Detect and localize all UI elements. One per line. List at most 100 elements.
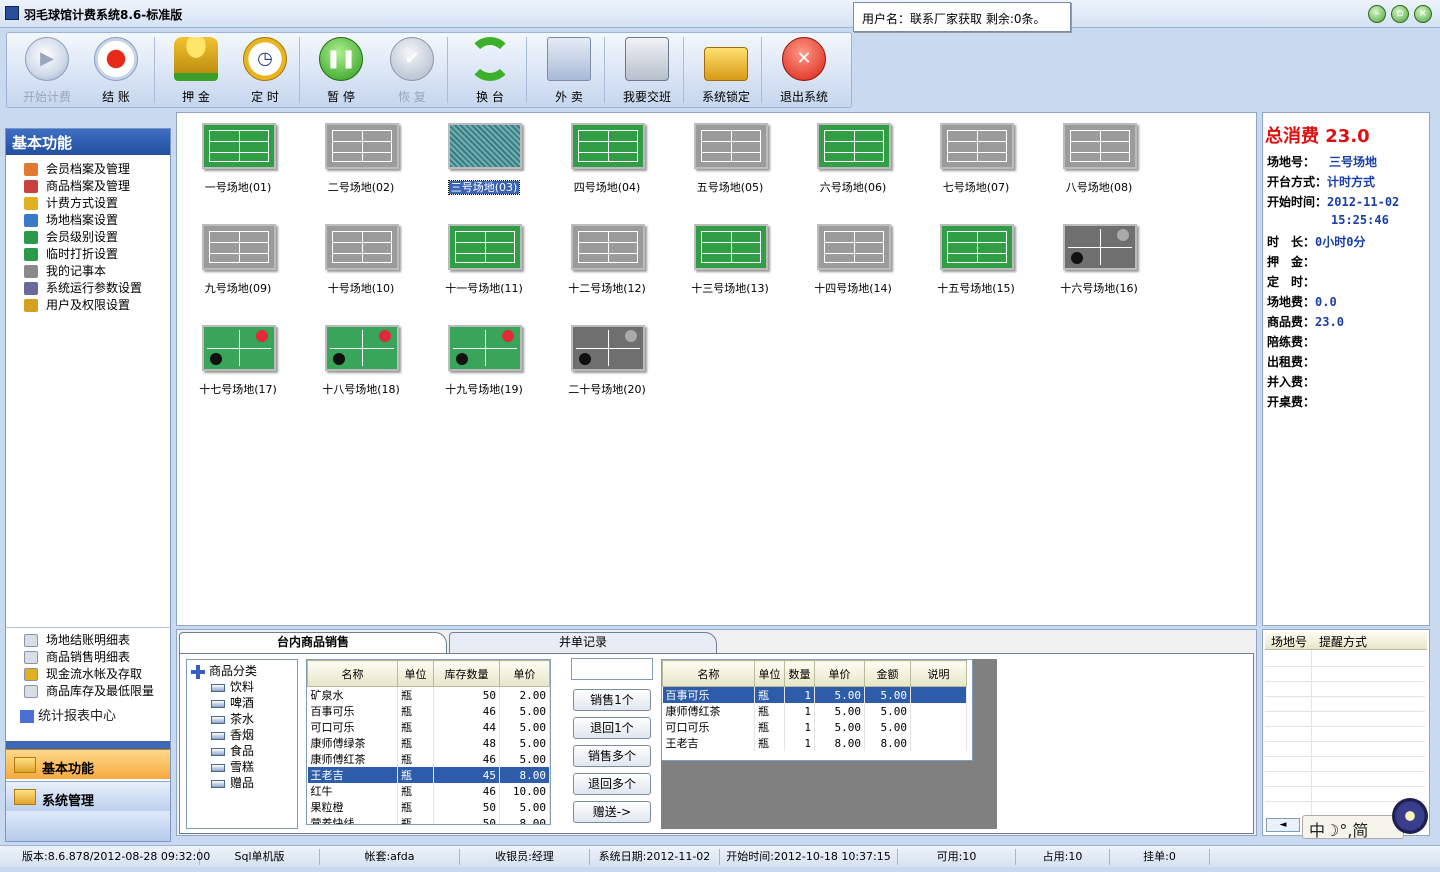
court-10[interactable]: 十号场地(10) [306,216,416,300]
table-row[interactable]: 可口可乐瓶 1 5.00 5.00 [662,719,967,735]
report-item-4[interactable]: 商品库存及最低限量 [6,683,170,700]
menu-item-3[interactable]: 计费方式设置 [6,195,170,212]
table-row[interactable]: 百事可乐瓶 46 5.00 [307,703,550,719]
menu-item-8[interactable]: 系统运行参数设置 [6,280,170,297]
column-header[interactable]: 库存数量 [433,660,500,687]
table-cell: 瓶 [397,751,434,767]
table-row[interactable]: 百事可乐瓶 1 5.00 5.00 [662,686,967,703]
toolbar-button-lock[interactable]: 系统锁定 [688,33,764,107]
maximize-icon[interactable]: ▫ [1391,5,1409,23]
report-item-2[interactable]: 商品销售明细表 [6,649,170,666]
column-header[interactable]: 名称 [662,660,755,687]
toolbar-button-play[interactable]: ▶ 开始计费 [9,33,85,107]
sell-one-button[interactable]: 销售1个 [573,689,651,711]
quantity-input[interactable] [571,658,653,680]
tree-node[interactable]: 雪糕 [211,758,254,775]
court-20[interactable]: 二十号场地(20) [552,317,662,401]
menu-item-1[interactable]: 会员档案及管理 [6,161,170,178]
table-row[interactable]: 矿泉水瓶 50 2.00 [307,686,550,703]
table-row[interactable]: 王老吉瓶 45 8.00 [307,767,550,783]
toolbar-button-shopping-bag[interactable]: 外 卖 [531,33,607,107]
menu-item-6[interactable]: 临时打折设置 [6,246,170,263]
toolbar-button-cash-register[interactable]: 我要交班 [609,33,685,107]
court-2[interactable]: 二号场地(02) [306,115,416,199]
column-header[interactable]: 单位 [754,660,785,687]
toolbar-button-coins[interactable]: 押 金 [158,33,234,107]
table-row[interactable]: 康师傅红茶瓶 46 5.00 [307,751,550,767]
nav-splitter[interactable] [6,741,170,749]
tree-node[interactable]: 茶水 [211,710,254,727]
court-14[interactable]: 十四号场地(14) [798,216,908,300]
court-4[interactable]: 四号场地(04) [552,115,662,199]
nav-system-management[interactable]: 系统管理 [6,781,170,811]
court-6[interactable]: 六号场地(06) [798,115,908,199]
menu-item-2[interactable]: 商品档案及管理 [6,178,170,195]
tab-merge-records[interactable]: 并单记录 [449,632,717,653]
report-center-link[interactable]: 统计报表中心 [20,705,116,724]
minimize-icon[interactable]: – [1368,5,1386,23]
toolbar-button-pause[interactable]: ❚❚ 暂 停 [303,33,379,107]
court-17[interactable]: 十七号场地(17) [183,317,293,401]
return-many-button[interactable]: 退回多个 [573,773,651,795]
table-row[interactable]: 康师傅绿茶瓶 48 5.00 [307,735,550,751]
gift-button[interactable]: 赠送-> [573,801,651,823]
table-row[interactable]: 康师傅红茶瓶 1 5.00 5.00 [662,703,967,719]
court-18[interactable]: 十八号场地(18) [306,317,416,401]
tree-node[interactable]: 食品 [211,742,254,759]
toolbar-button-refresh[interactable]: 换 台 [452,33,528,107]
court-7[interactable]: 七号场地(07) [921,115,1031,199]
table-cell: 50 [433,686,500,703]
report-item-3[interactable]: 现金流水帐及存取 [6,666,170,683]
court-5[interactable]: 五号场地(05) [675,115,785,199]
court-19[interactable]: 十九号场地(19) [429,317,539,401]
table-row[interactable]: 营养快线瓶 50 8.00 [307,815,550,824]
court-15[interactable]: 十五号场地(15) [921,216,1031,300]
court-11[interactable]: 十一号场地(11) [429,216,539,300]
court-1[interactable]: 一号场地(01) [183,115,293,199]
tree-node[interactable]: 香烟 [211,726,254,743]
tree-node[interactable]: 饮料 [211,678,254,695]
tree-root[interactable]: 商品分类 [191,662,257,679]
column-header[interactable]: 单价 [499,660,550,687]
table-row[interactable]: 王老吉瓶 1 8.00 8.00 [662,735,967,751]
tree-node[interactable]: 赠品 [211,774,254,791]
reminder-column-header[interactable]: 提醒方式 [1319,635,1367,649]
toolbar-button-exit[interactable]: ✕ 退出系统 [766,33,842,107]
scroll-left-button[interactable]: ◄ [1266,818,1300,832]
table-row[interactable]: 果粒橙瓶 50 5.00 [307,799,550,815]
menu-item-4[interactable]: 场地档案设置 [6,212,170,229]
column-header[interactable]: 数量 [784,660,815,687]
return-one-button[interactable]: 退回1个 [573,717,651,739]
ime-toolbar[interactable]: 中☽°,简 [1302,815,1404,840]
court-16[interactable]: 十六号场地(16) [1044,216,1154,300]
column-header[interactable]: 金额 [864,660,911,687]
sell-many-button[interactable]: 销售多个 [573,745,651,767]
court-8[interactable]: 八号场地(08) [1044,115,1154,199]
court-13[interactable]: 十三号场地(13) [675,216,785,300]
report-item-1[interactable]: 场地结账明细表 [6,632,170,649]
menu-item-7[interactable]: 我的记事本 [6,263,170,280]
toolbar-button-check[interactable]: ✔ 恢 复 [374,33,450,107]
tab-in-table-sales[interactable]: 台内商品销售 [179,632,447,653]
court-3[interactable]: 三号场地(03) [429,115,539,199]
nav-basic-functions[interactable]: 基本功能 [6,749,170,779]
close-icon[interactable]: × [1414,5,1432,23]
court-9[interactable]: 九号场地(09) [183,216,293,300]
info-row: 开桌费： [1267,393,1315,410]
table-row[interactable]: 可口可乐瓶 44 5.00 [307,719,550,735]
reminder-column-header[interactable]: 场地号 [1271,635,1307,649]
table-row[interactable]: 红牛瓶 46 10.00 [307,783,550,799]
table-cell: 瓶 [397,719,434,735]
toolbar-button-record[interactable]: 结 账 [78,33,154,107]
court-12[interactable]: 十二号场地(12) [552,216,662,300]
menu-item-9[interactable]: 用户及权限设置 [6,297,170,314]
column-header[interactable]: 单价 [814,660,865,687]
toolbar-button-clock[interactable]: ◷ 定 时 [227,33,303,107]
column-header[interactable]: 名称 [307,660,398,687]
column-header[interactable]: 说明 [910,660,967,687]
table-cell: 1 [784,735,815,751]
tree-node[interactable]: 啤酒 [211,694,254,711]
menu-item-5[interactable]: 会员级别设置 [6,229,170,246]
report-doc-icon [24,685,38,698]
column-header[interactable]: 单位 [397,660,434,687]
